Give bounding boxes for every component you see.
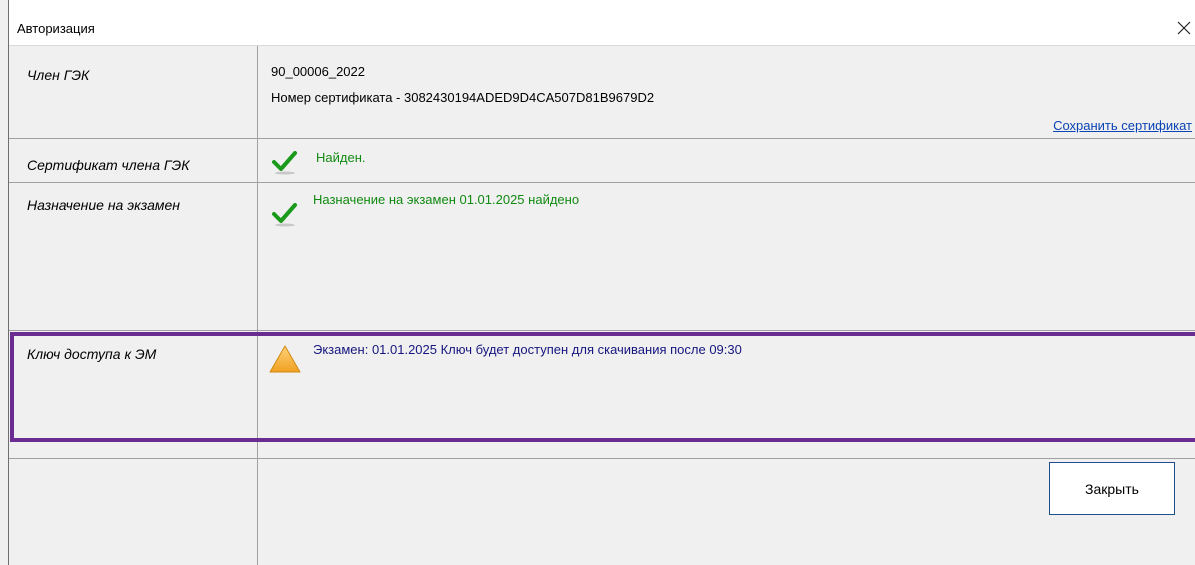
title-bar: Авторизация <box>9 0 1195 46</box>
column-divider <box>257 46 258 565</box>
access-key-status: Экзамен: 01.01.2025 Ключ будет доступен … <box>313 342 742 357</box>
checkmark-icon <box>272 151 297 175</box>
row-divider <box>9 138 1195 139</box>
row-divider <box>9 330 1195 331</box>
row-divider <box>9 458 1195 459</box>
warning-icon <box>269 345 301 373</box>
window-close-button[interactable] <box>1173 14 1195 42</box>
close-icon <box>1177 21 1191 35</box>
close-button[interactable]: Закрыть <box>1049 462 1175 515</box>
authorization-dialog: Авторизация Член ГЭК 90_00006_2022 Номер… <box>0 0 1195 565</box>
certificate-number: Номер сертификата - 3082430194ADED9D4CA5… <box>271 90 655 105</box>
save-certificate-link[interactable]: Сохранить сертификат <box>1053 118 1192 133</box>
member-label: Член ГЭК <box>27 67 90 83</box>
certificate-status: Найден. <box>316 150 366 165</box>
certificate-label: Сертификат члена ГЭК <box>27 157 190 173</box>
access-key-label: Ключ доступа к ЭМ <box>27 346 157 362</box>
assignment-label: Назначение на экзамен <box>27 197 180 213</box>
row-divider <box>9 182 1195 183</box>
window-title: Авторизация <box>17 21 95 36</box>
checkmark-icon <box>272 203 297 227</box>
member-id: 90_00006_2022 <box>271 64 365 79</box>
assignment-status: Назначение на экзамен 01.01.2025 найдено <box>313 192 580 207</box>
window-border <box>8 0 9 565</box>
